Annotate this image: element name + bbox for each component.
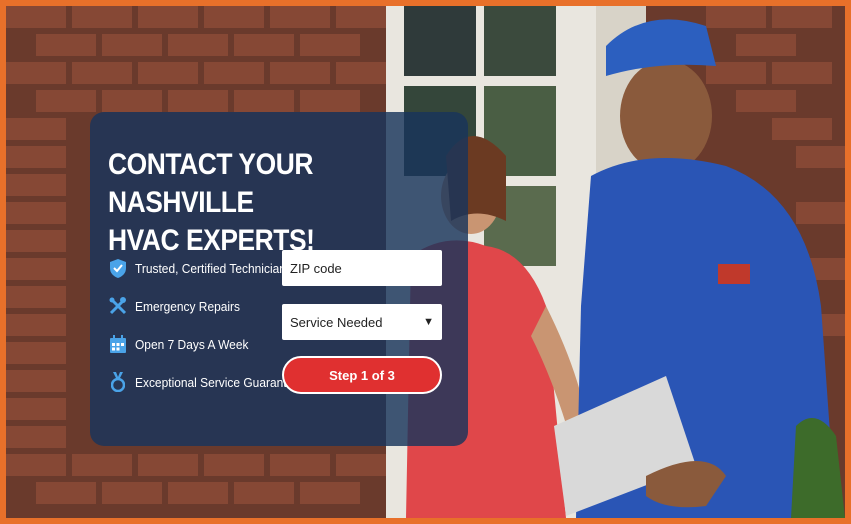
- step-1-of-3-button[interactable]: Step 1 of 3: [282, 356, 442, 394]
- calendar-icon: [108, 333, 128, 355]
- chevron-down-icon: ▼: [423, 316, 434, 328]
- page-title: CONTACT YOUR NASHVILLE HVAC EXPERTS!: [108, 146, 407, 260]
- feature-label: Trusted, Certified Technicians: [135, 260, 292, 276]
- service-needed-value: Service Needed: [290, 314, 383, 330]
- feature-item-open-7-days: Open 7 Days A Week: [108, 332, 258, 356]
- headline-line-1: CONTACT YOUR NASHVILLE: [108, 148, 313, 219]
- page-frame: CONTACT YOUR NASHVILLE HVAC EXPERTS! Tru…: [0, 0, 851, 524]
- feature-label: Emergency Repairs: [135, 298, 241, 314]
- feature-label: Exceptional Service Guarantee: [135, 374, 300, 390]
- feature-item-emergency: Emergency Repairs: [108, 294, 249, 318]
- hero-section: CONTACT YOUR NASHVILLE HVAC EXPERTS! Tru…: [6, 6, 845, 518]
- feature-item-trusted: Trusted, Certified Technicians: [108, 256, 306, 280]
- shield-check-icon: [108, 257, 128, 279]
- wrench-screwdriver-icon: [108, 295, 128, 317]
- zip-code-input[interactable]: [282, 250, 442, 286]
- medal-icon: [108, 371, 128, 393]
- service-needed-select[interactable]: Service Needed ▼: [282, 304, 442, 340]
- feature-label: Open 7 Days A Week: [135, 336, 249, 352]
